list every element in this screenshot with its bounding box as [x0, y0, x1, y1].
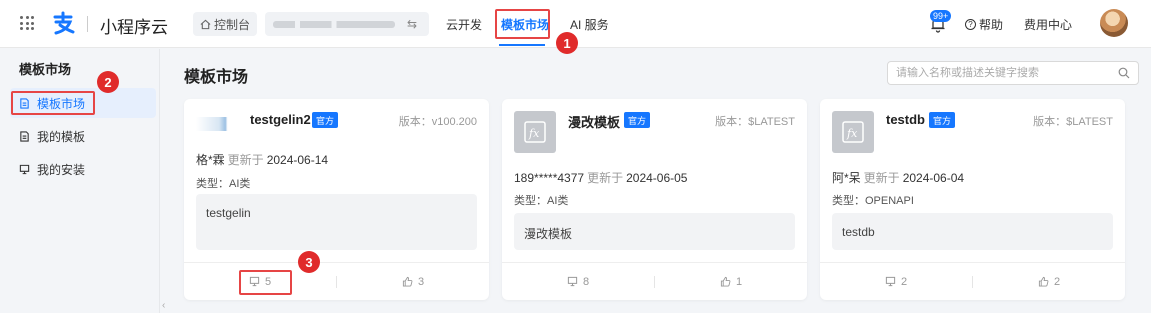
nav-cloud-dev[interactable]: 云开发: [446, 16, 482, 33]
updated-label: 更新于: [587, 171, 624, 185]
fee-center-link[interactable]: 费用中心: [1024, 16, 1072, 33]
template-name: 漫改模板: [568, 115, 621, 130]
highlight-box-install: [239, 270, 292, 295]
monitor-icon: [567, 276, 578, 287]
template-card[interactable]: testgelin2 官方 版本：v100.200 格*霖 更新于 2024-06-…: [184, 99, 489, 300]
monitor-icon: [885, 276, 896, 287]
template-type: 类型：AI类: [514, 195, 569, 207]
author-name: 阿*呆: [832, 171, 861, 185]
template-card[interactable]: fx 漫改模板 官方 版本：$LATEST 189*****4377 更新于 202…: [502, 99, 807, 300]
nav-ai-service[interactable]: AI 服务: [570, 16, 609, 33]
official-badge: 官方: [312, 112, 339, 128]
like-count[interactable]: 3: [337, 276, 489, 288]
card-footer: 2 2: [820, 262, 1125, 300]
template-version: 版本：$LATEST: [1033, 116, 1113, 128]
brand-name: 小程序云: [100, 18, 168, 37]
function-icon: fx: [842, 121, 864, 143]
template-card[interactable]: fx testdb 官方 版本：$LATEST 阿*呆 更新于 2024-06-04…: [820, 99, 1125, 300]
svg-text:fx: fx: [528, 127, 540, 140]
sidebar-item-my-templates[interactable]: 我的模板: [10, 121, 156, 151]
help-icon: ?: [965, 19, 976, 30]
help-label: 帮助: [979, 18, 1004, 32]
alipay-logo-icon: [53, 11, 75, 35]
search-box[interactable]: [887, 61, 1139, 85]
app-name-redacted: [273, 20, 395, 28]
monitor-icon: [19, 164, 30, 174]
help-link[interactable]: ? 帮助: [965, 16, 1003, 33]
sidebar-item-my-installs[interactable]: 我的安装: [10, 154, 156, 184]
updated-label: 更新于: [227, 153, 264, 167]
template-type: 类型：OPENAPI: [832, 195, 914, 207]
template-version: 版本：$LATEST: [715, 116, 795, 128]
svg-text:fx: fx: [846, 127, 858, 140]
apps-grid-icon[interactable]: [20, 16, 34, 30]
callout-number: 1: [556, 32, 578, 54]
function-icon: fx: [524, 121, 546, 143]
highlight-box-sidebar: [11, 91, 95, 115]
card-footer: 5 3: [184, 262, 489, 300]
thumbs-up-icon: [402, 276, 413, 287]
template-author-line: 阿*呆 更新于 2024-06-04: [832, 169, 964, 186]
template-type: 类型：AI类: [196, 178, 251, 190]
app-selector[interactable]: ⇆: [265, 12, 429, 36]
template-name: testgelin2: [250, 112, 311, 127]
template-description: testdb: [832, 213, 1113, 250]
official-badge: 官方: [624, 112, 651, 128]
swap-icon: ⇆: [407, 17, 418, 31]
callout-number: 2: [97, 71, 119, 93]
sidebar-collapse-icon[interactable]: ‹: [162, 300, 165, 311]
updated-date: 2024-06-05: [626, 171, 688, 185]
official-badge: 官方: [929, 112, 956, 128]
template-version: 版本：v100.200: [398, 116, 477, 128]
thumbs-up-icon: [720, 276, 731, 287]
document-icon: [20, 130, 29, 142]
like-count-value: 2: [1053, 275, 1061, 288]
author-name: 格*霖: [196, 153, 225, 167]
template-author-line: 189*****4377 更新于 2024-06-05: [514, 169, 687, 186]
updated-date: 2024-06-04: [902, 171, 965, 185]
template-name: testdb: [886, 112, 925, 127]
console-button[interactable]: 控制台: [193, 12, 257, 36]
sidebar-title: 模板市场: [19, 62, 72, 77]
like-count-value: 3: [417, 275, 425, 288]
home-icon: [200, 19, 211, 29]
active-nav-underline: [499, 44, 545, 46]
install-count-value: 8: [582, 275, 590, 288]
thumbs-up-icon: [1038, 276, 1049, 287]
brand-divider: [87, 16, 88, 32]
template-description: 漫改模板: [514, 213, 795, 250]
template-description: testgelin: [196, 194, 477, 250]
console-label: 控制台: [213, 17, 250, 32]
updated-label: 更新于: [863, 171, 900, 185]
callout-number: 3: [298, 251, 320, 273]
notification-count-badge: 99+: [930, 10, 952, 22]
page-title: 模板市场: [184, 69, 249, 86]
sidebar-item-label: 我的模板: [37, 129, 86, 144]
updated-date: 2024-06-14: [266, 153, 329, 167]
search-icon[interactable]: [1118, 67, 1130, 79]
user-avatar[interactable]: [1100, 9, 1128, 37]
like-count[interactable]: 1: [655, 276, 807, 288]
author-name: 189*****4377: [514, 171, 585, 185]
template-thumbnail: fx: [832, 111, 874, 153]
search-input[interactable]: [896, 62, 1116, 84]
highlight-box-nav: [495, 9, 550, 39]
template-thumbnail: [196, 117, 238, 131]
install-count[interactable]: 8: [502, 276, 654, 288]
sidebar: 模板市场 模板市场 我的模板 我的安装: [0, 49, 160, 313]
install-count-value: 2: [900, 275, 908, 288]
sidebar-item-label: 我的安装: [37, 162, 86, 177]
install-count[interactable]: 2: [820, 276, 972, 288]
like-count-value: 1: [735, 275, 743, 288]
template-author-line: 格*霖 更新于 2024-06-14: [196, 151, 328, 168]
template-thumbnail: fx: [514, 111, 556, 153]
like-count[interactable]: 2: [973, 276, 1125, 288]
card-footer: 8 1: [502, 262, 807, 300]
